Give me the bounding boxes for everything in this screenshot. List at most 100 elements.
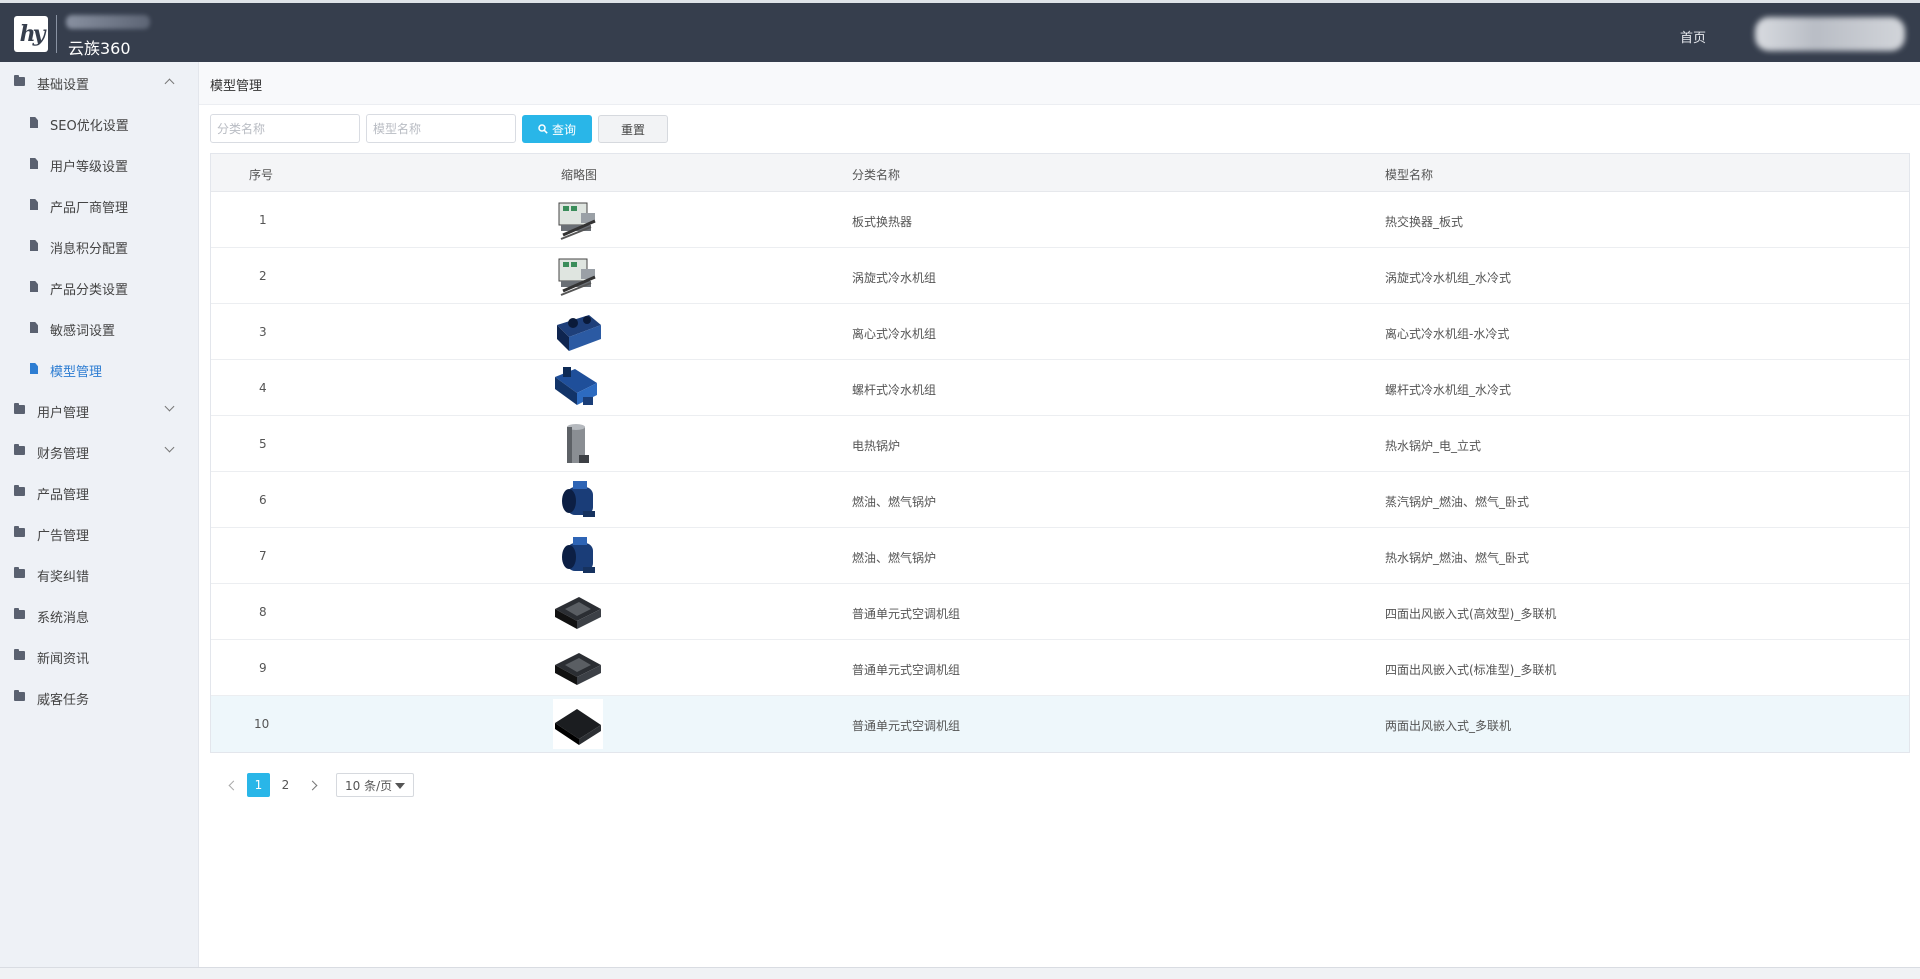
sidebar-group-error-reports[interactable]: 有奖纠错 [0, 554, 199, 595]
sidebar-group-tasks[interactable]: 威客任务 [0, 677, 199, 718]
sidebar-item-sensitive-words[interactable]: 敏感词设置 [0, 308, 199, 349]
table-row[interactable]: 8 普通单元式空调机组 四面出风嵌入式(高效型)_多联机 [211, 584, 1909, 640]
sidebar-group-products[interactable]: 产品管理 [0, 472, 199, 513]
user-avatar-redacted[interactable] [1755, 17, 1905, 51]
sidebar-group-system-messages[interactable]: 系统消息 [0, 595, 199, 636]
table-row[interactable]: 6 燃油、燃气锅炉 蒸汽锅炉_燃油、燃气_卧式 [211, 472, 1909, 528]
cell-index: 3 [259, 325, 267, 339]
folder-icon [14, 444, 25, 455]
page-size-select[interactable]: 10 条/页 [336, 773, 414, 797]
nav-home-link[interactable]: 首页 [1680, 27, 1706, 46]
cassette-ac-thumbnail [555, 597, 601, 629]
query-button[interactable]: 查询 [522, 115, 592, 143]
chevron-up-icon [164, 78, 175, 89]
table-row[interactable]: 1 板式换热器 热交换器_板式 [211, 192, 1909, 248]
table-row[interactable]: 10 普通单元式空调机组 两面出风嵌入式_多联机 [211, 696, 1909, 752]
duct-ac-thumbnail [553, 699, 603, 749]
oil-gas-boiler-thumbnail [562, 481, 595, 517]
sidebar-item-product-categories[interactable]: 产品分类设置 [0, 267, 199, 308]
cell-index: 1 [259, 213, 267, 227]
cell-category: 燃油、燃气锅炉 [852, 495, 937, 509]
table-row[interactable]: 7 燃油、燃气锅炉 热水锅炉_燃油、燃气_卧式 [211, 528, 1909, 584]
file-icon [30, 240, 38, 251]
cell-index: 2 [259, 269, 267, 283]
sidebar-group-label: 用户管理 [37, 406, 90, 421]
sidebar-item-label: 敏感词设置 [50, 324, 116, 339]
cell-index: 8 [259, 605, 267, 619]
sidebar-group-label: 基础设置 [37, 78, 90, 93]
sidebar-item-label: 消息积分配置 [50, 242, 129, 257]
reset-button[interactable]: 重置 [598, 115, 668, 143]
next-page-button[interactable] [308, 778, 320, 794]
cell-category: 普通单元式空调机组 [852, 607, 961, 621]
folder-icon [14, 649, 25, 660]
file-icon [30, 322, 38, 333]
query-button-label: 查询 [551, 122, 576, 137]
sidebar-item-model-management[interactable]: 模型管理 [0, 349, 199, 390]
prev-page-button[interactable] [226, 778, 238, 794]
logo-redacted [66, 15, 150, 29]
cell-model: 螺杆式冷水机组_水冷式 [1385, 383, 1512, 397]
file-icon [30, 117, 38, 128]
sidebar-group-basic-settings[interactable]: 基础设置 [0, 62, 199, 103]
file-icon [30, 363, 38, 374]
file-icon [30, 158, 38, 169]
sidebar-item-message-points[interactable]: 消息积分配置 [0, 226, 199, 267]
cell-index: 6 [259, 493, 267, 507]
folder-icon [14, 526, 25, 537]
table-row[interactable]: 3 离心式冷水机组 离心式冷水机组-水冷式 [211, 304, 1909, 360]
sidebar-group-label: 威客任务 [37, 693, 90, 708]
cell-model: 四面出风嵌入式(高效型)_多联机 [1385, 607, 1557, 621]
page-2-button[interactable]: 2 [274, 773, 297, 797]
cell-category: 电热锅炉 [852, 439, 901, 453]
sidebar-group-label: 财务管理 [37, 447, 90, 462]
sidebar-group-ads[interactable]: 广告管理 [0, 513, 199, 554]
bottom-scrollbar[interactable] [0, 967, 1920, 979]
page-size-label: 10 条/页 [345, 778, 393, 793]
sidebar-item-manufacturers[interactable]: 产品厂商管理 [0, 185, 199, 226]
folder-icon [14, 608, 25, 619]
file-icon [30, 199, 38, 210]
cell-model: 离心式冷水机组-水冷式 [1385, 327, 1510, 341]
cell-category: 燃油、燃气锅炉 [852, 551, 937, 565]
column-header-thumbnail: 缩略图 [561, 168, 598, 182]
table-row[interactable]: 4 螺杆式冷水机组 螺杆式冷水机组_水冷式 [211, 360, 1909, 416]
cell-model: 涡旋式冷水机组_水冷式 [1385, 271, 1512, 285]
model-name-input[interactable] [366, 114, 516, 143]
folder-icon [14, 567, 25, 578]
page-title: 模型管理 [210, 79, 263, 94]
column-header-category: 分类名称 [852, 168, 901, 182]
logo[interactable]: hy [14, 16, 48, 52]
sidebar-group-news[interactable]: 新闻资讯 [0, 636, 199, 677]
folder-icon [14, 690, 25, 701]
sidebar-item-seo[interactable]: SEO优化设置 [0, 103, 199, 144]
cell-model: 热交换器_板式 [1385, 215, 1464, 229]
centrifugal-chiller-thumbnail [557, 315, 601, 351]
breadcrumb: 模型管理 [199, 62, 1920, 105]
category-name-input[interactable] [210, 114, 360, 143]
sidebar-item-label: 产品分类设置 [50, 283, 129, 298]
folder-icon [14, 485, 25, 496]
search-icon [538, 124, 548, 134]
caret-down-icon [395, 783, 405, 789]
sidebar-group-label: 产品管理 [37, 488, 90, 503]
cell-category: 板式换热器 [852, 215, 913, 229]
cell-index: 10 [254, 717, 270, 731]
screw-chiller-thumbnail [555, 367, 597, 405]
table-row[interactable]: 2 涡旋式冷水机组 涡旋式冷水机组_水冷式 [211, 248, 1909, 304]
logo-divider [56, 15, 57, 53]
folder-icon [14, 75, 25, 86]
brand-name: 云族360 [68, 39, 131, 58]
table-row[interactable]: 5 电热锅炉 热水锅炉_电_立式 [211, 416, 1909, 472]
table-row[interactable]: 9 普通单元式空调机组 四面出风嵌入式(标准型)_多联机 [211, 640, 1909, 696]
sidebar-group-finance[interactable]: 财务管理 [0, 431, 199, 472]
sidebar: 基础设置 SEO优化设置 用户等级设置 产品厂商管理 消息积分配置 产品分类设置… [0, 62, 199, 979]
page-1-button[interactable]: 1 [247, 773, 270, 797]
sidebar-item-label: SEO优化设置 [50, 119, 129, 134]
cell-index: 9 [259, 661, 267, 675]
sidebar-group-label: 有奖纠错 [37, 570, 90, 585]
top-header: hy 云族360 首页 [0, 0, 1920, 62]
cell-model: 热水锅炉_电_立式 [1385, 439, 1482, 453]
sidebar-item-user-levels[interactable]: 用户等级设置 [0, 144, 199, 185]
sidebar-group-user-management[interactable]: 用户管理 [0, 390, 199, 431]
